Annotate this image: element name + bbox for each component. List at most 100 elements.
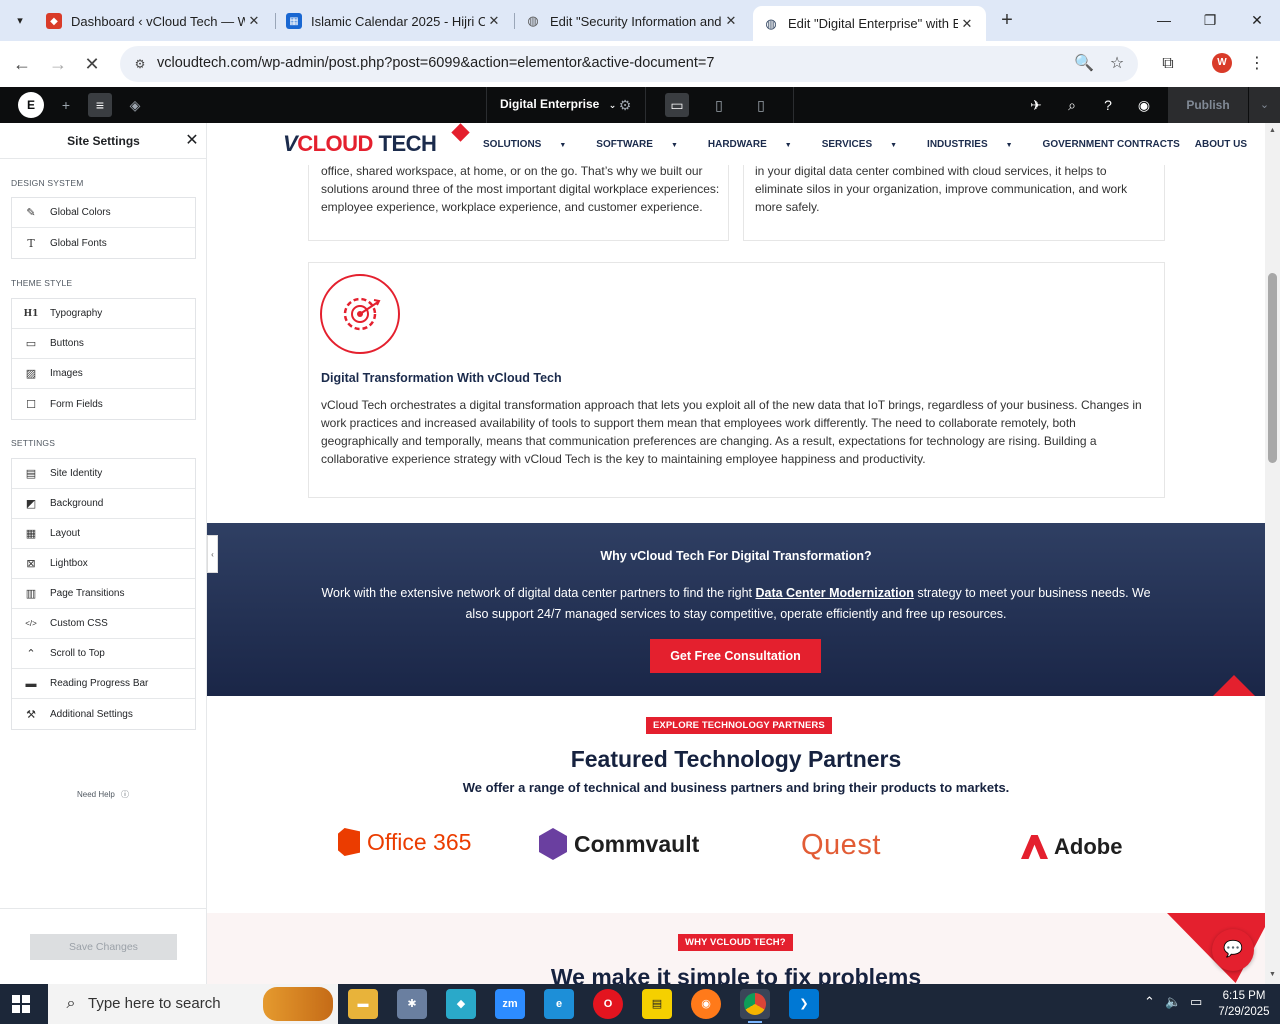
file-explorer-icon[interactable]: ▬ (348, 989, 378, 1019)
sidebar-item-custom-css[interactable]: </> Custom CSS (12, 609, 195, 639)
network-app-icon[interactable]: ✱ (397, 989, 427, 1019)
close-tab-icon[interactable]: ✕ (722, 13, 740, 29)
nav-item-services[interactable]: SERVICES ▼ (822, 139, 912, 150)
firefox-browser-icon[interactable]: ◉ (691, 989, 721, 1019)
site-info-icon[interactable]: ⚙ (130, 54, 150, 74)
sidebar-item-lightbox[interactable]: ⊠ Lightbox (12, 549, 195, 579)
sidebar-item-global-fonts[interactable]: T Global Fonts (12, 228, 195, 258)
sidebar-item-layout[interactable]: ▦ Layout (12, 519, 195, 549)
taskbar-clock[interactable]: 6:15 PM 7/29/2025 (1214, 988, 1274, 1020)
bookmark-star-icon[interactable]: ☆ (1105, 52, 1129, 76)
zoom-icon[interactable]: 🔍 (1072, 52, 1096, 76)
data-center-modernization-link[interactable]: Data Center Modernization (755, 586, 913, 600)
browser-tab-security-information[interactable]: ◍ Edit "Security Information and E ✕ (515, 6, 750, 36)
speaker-volume-icon[interactable]: 🔈 (1165, 994, 1181, 1010)
scroll-thumb[interactable] (1268, 273, 1277, 463)
close-tab-icon[interactable]: ✕ (245, 13, 263, 29)
partner-logo-commvault[interactable]: Commvault (539, 828, 699, 860)
browser-tab-digital-enterprise[interactable]: ◍ Edit "Digital Enterprise" with Ele ✕ (753, 6, 986, 41)
back-button[interactable]: ← (8, 50, 36, 78)
desktop-view-icon[interactable]: ▭ (665, 93, 689, 117)
chrome-menu-icon[interactable]: ⋮ (1243, 50, 1271, 78)
need-help-link[interactable]: Need Help ⓘ (77, 789, 129, 800)
finder-search-icon[interactable]: ⌕ (1060, 93, 1084, 117)
collapse-panel-chevron-icon[interactable]: ‹ (207, 535, 218, 573)
nav-item-industries[interactable]: INDUSTRIES ▼ (927, 139, 1028, 150)
help-icon[interactable]: ? (1096, 93, 1120, 117)
chrome-browser-icon[interactable] (740, 989, 770, 1023)
nav-item-government-contracts[interactable]: GOVERNMENT CONTRACTS (1043, 139, 1180, 150)
get-free-consultation-button[interactable]: Get Free Consultation (650, 639, 821, 673)
scroll-up-arrow-icon[interactable]: ▲ (1265, 125, 1280, 137)
browser-tab-islamic-calendar[interactable]: ▦ Islamic Calendar 2025 - Hijri Ca ✕ (276, 6, 513, 36)
canvas-scrollbar[interactable]: ▲ ▼ (1265, 123, 1280, 984)
search-highlight-tiger-image (263, 987, 333, 1021)
publish-button[interactable]: Publish (1168, 87, 1248, 123)
edge-browser-icon[interactable]: e (544, 989, 574, 1019)
app-diamond-icon[interactable]: ◆ (446, 989, 476, 1019)
nav-item-software[interactable]: SOFTWARE ▼ (596, 139, 693, 150)
add-element-icon[interactable]: + (54, 93, 78, 117)
browser-tab-dashboard[interactable]: ◆ Dashboard ‹ vCloud Tech — Wo ✕ (36, 6, 273, 36)
address-bar[interactable]: ⚙ vcloudtech.com/wp-admin/post.php?post=… (120, 46, 1138, 82)
forward-button[interactable]: → (44, 50, 72, 78)
search-placeholder: Type here to search (88, 995, 221, 1012)
sidebar-item-site-identity[interactable]: ▤ Site Identity (12, 459, 195, 489)
publish-options-chevron-icon[interactable]: ⌄ (1249, 87, 1280, 123)
scroll-down-arrow-icon[interactable]: ▼ (1265, 969, 1280, 981)
sidebar-item-global-colors[interactable]: ✎ Global Colors (12, 198, 195, 228)
chat-bubble-icon[interactable]: 💬 (1212, 929, 1254, 971)
site-settings-icon[interactable]: ≡ (88, 93, 112, 117)
notifications-rocket-icon[interactable]: ✈ (1024, 93, 1048, 117)
sidebar-item-buttons[interactable]: ▭ Buttons (12, 329, 195, 359)
windows-taskbar: ⌕ Type here to search ▬ ✱ ◆ zm e O ▤ ◉ ❯… (0, 984, 1280, 1024)
elementor-logo-icon[interactable]: E (18, 92, 44, 118)
vscode-icon[interactable]: ❯ (789, 989, 819, 1019)
close-tab-icon[interactable]: ✕ (485, 13, 503, 29)
nav-label: INDUSTRIES (927, 139, 988, 150)
restore-window-button[interactable]: ❐ (1187, 6, 1233, 34)
close-window-button[interactable]: ✕ (1234, 6, 1280, 34)
tab-search-button[interactable]: ▾ (8, 8, 32, 32)
taskbar-search-box[interactable]: ⌕ Type here to search (48, 984, 338, 1024)
sticky-notes-icon[interactable]: ▤ (642, 989, 672, 1019)
sidebar-item-additional-settings[interactable]: ⚒ Additional Settings (12, 699, 195, 729)
close-panel-icon[interactable]: ✕ (183, 131, 201, 151)
save-changes-button[interactable]: Save Changes (30, 934, 177, 960)
browser-toolbar: ← → ✕ ⚙ vcloudtech.com/wp-admin/post.php… (0, 41, 1280, 87)
sidebar-item-images[interactable]: ▨ Images (12, 359, 195, 389)
opera-browser-icon[interactable]: O (593, 989, 623, 1019)
zoom-app-icon[interactable]: zm (495, 989, 525, 1019)
minimize-window-button[interactable]: — (1141, 6, 1187, 34)
vcloud-tech-logo[interactable]: VCLOUD TECH (283, 131, 437, 157)
sidebar-item-reading-progress-bar[interactable]: ▬ Reading Progress Bar (12, 669, 195, 699)
sidebar-item-form-fields[interactable]: ☐ Form Fields (12, 389, 195, 419)
nav-item-solutions[interactable]: SOLUTIONS ▼ (483, 139, 581, 150)
partner-logo-quest[interactable]: Quest (801, 829, 881, 862)
scroll-top-icon: ⌃ (26, 648, 36, 660)
profile-avatar[interactable]: W (1212, 53, 1232, 73)
close-tab-icon[interactable]: ✕ (958, 16, 976, 32)
mobile-view-icon[interactable]: ▯ (749, 93, 773, 117)
tablet-view-icon[interactable]: ▯ (707, 93, 731, 117)
windows-start-icon[interactable] (12, 995, 30, 1013)
new-tab-button[interactable]: + (995, 8, 1019, 32)
sidebar-item-scroll-to-top[interactable]: ⌃ Scroll to Top (12, 639, 195, 669)
button-icon: ▭ (25, 338, 37, 350)
extensions-icon[interactable]: ⧉ (1154, 50, 1182, 78)
sidebar-item-background[interactable]: ◩ Background (12, 489, 195, 519)
structure-icon[interactable]: ◈ (123, 93, 147, 117)
sidebar-item-typography[interactable]: H1 Typography (12, 299, 195, 329)
partner-logo-office-365[interactable]: Office 365 (338, 828, 471, 856)
partner-logo-adobe[interactable]: Adobe (1021, 834, 1122, 860)
url-text[interactable]: vcloudtech.com/wp-admin/post.php?post=60… (157, 55, 714, 71)
sidebar-item-page-transitions[interactable]: ▥ Page Transitions (12, 579, 195, 609)
page-settings-gear-icon[interactable]: ⚙ (613, 93, 637, 117)
document-switcher[interactable]: Digital Enterprise ⌄ (500, 97, 616, 111)
nav-item-hardware[interactable]: HARDWARE ▼ (708, 139, 807, 150)
preview-eye-icon[interactable]: ◉ (1132, 93, 1156, 117)
network-icon[interactable]: ▭ (1190, 994, 1202, 1010)
show-hidden-icons-chevron-icon[interactable]: ⌃ (1144, 994, 1155, 1010)
stop-loading-button[interactable]: ✕ (78, 50, 106, 78)
nav-item-about-us[interactable]: ABOUT US (1195, 139, 1247, 150)
